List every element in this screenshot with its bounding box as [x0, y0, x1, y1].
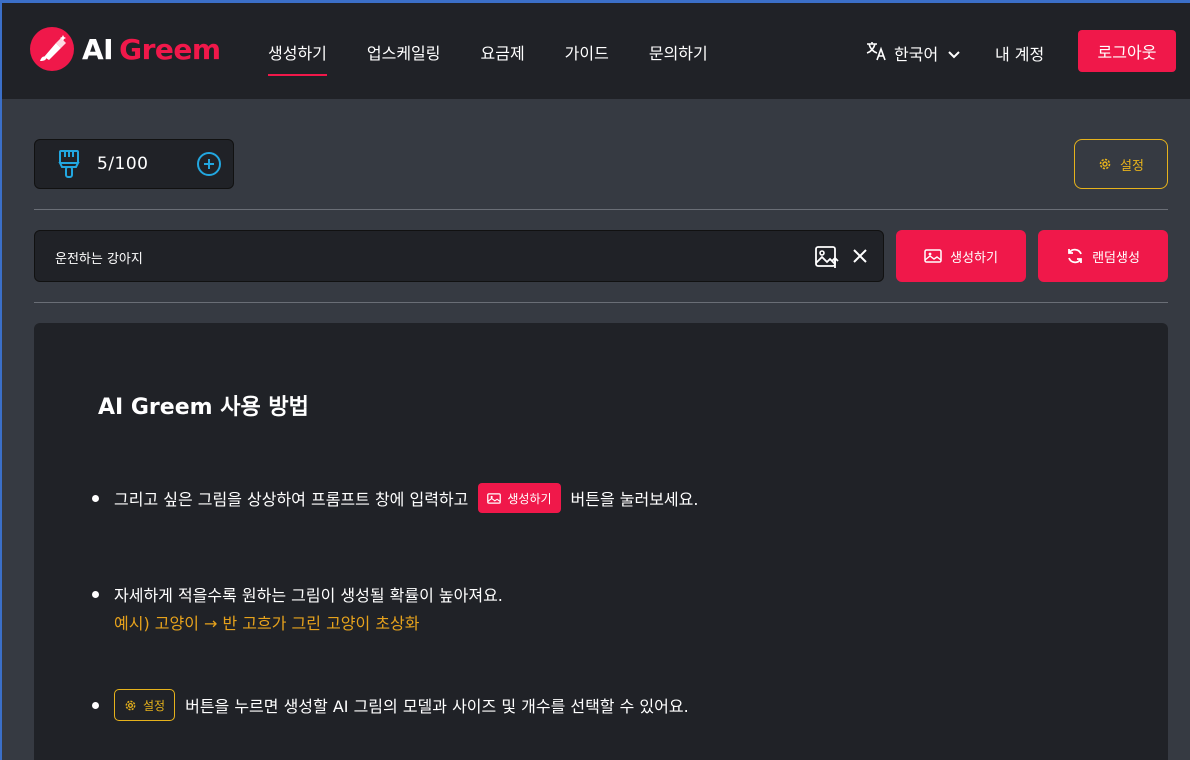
logout-button[interactable]: 로그아웃 — [1078, 30, 1176, 72]
generate-badge: 생성하기 — [478, 483, 561, 513]
settings-badge: 설정 — [114, 689, 176, 721]
divider — [34, 302, 1168, 303]
image-icon — [924, 249, 942, 263]
gear-icon — [125, 700, 136, 710]
logo[interactable]: AI Greem — [30, 27, 221, 71]
window-left-border — [0, 3, 2, 760]
language-selector[interactable]: 한국어 — [866, 41, 960, 65]
image-upload-icon[interactable] — [814, 245, 840, 273]
random-generate-label: 랜덤생성 — [1092, 250, 1140, 266]
nav-item-generate[interactable]: 생성하기 — [268, 40, 327, 76]
bullet — [92, 701, 99, 709]
guide-tip: 그리고 싶은 그림을 상상하여 프롬프트 창에 입력하고 생성하기 버튼을 눌러… — [92, 483, 698, 513]
logo-text: AI Greem — [82, 32, 221, 66]
guide-tip: 설정 버튼을 누르면 생성할 AI 그림의 모델과 사이즈 및 개수를 선택할 … — [92, 689, 689, 721]
nav-item-upscaling[interactable]: 업스케일링 — [367, 40, 441, 76]
translate-icon — [866, 41, 888, 65]
prompt-box — [34, 230, 884, 282]
usage-guide-panel: AI Greem 사용 방법 그리고 싶은 그림을 상상하여 프롬프트 창에 입… — [34, 323, 1168, 760]
top-header: AI Greem 생성하기 업스케일링 요금제 가이드 문의하기 한국어 내 계정… — [2, 3, 1190, 99]
main-nav: 생성하기 업스케일링 요금제 가이드 문의하기 — [268, 40, 748, 76]
credits-counter: 5/100 — [34, 139, 234, 189]
nav-item-contact[interactable]: 문의하기 — [649, 40, 708, 76]
guide-tip: 자세하게 적을수록 원하는 그림이 생성될 확률이 높아져요. — [92, 582, 503, 606]
bullet — [92, 494, 99, 502]
divider — [34, 209, 1168, 210]
bullet — [92, 590, 99, 598]
add-credits-icon[interactable] — [197, 152, 221, 176]
my-account-link[interactable]: 내 계정 — [995, 41, 1044, 65]
example-text: 예시) 고양이 → 반 고흐가 그린 고양이 초상화 — [114, 614, 420, 633]
settings-button[interactable]: 설정 — [1074, 139, 1168, 189]
nav-item-guide[interactable]: 가이드 — [565, 40, 609, 76]
settings-label: 설정 — [1120, 158, 1144, 174]
language-label: 한국어 — [894, 45, 939, 64]
close-icon[interactable] — [851, 247, 869, 269]
guide-title: AI Greem 사용 방법 — [98, 395, 309, 420]
generate-label: 생성하기 — [950, 250, 998, 266]
chevron-down-icon — [948, 44, 960, 63]
random-generate-button[interactable]: 랜덤생성 — [1038, 230, 1168, 282]
gear-icon — [1099, 158, 1111, 170]
refresh-icon — [1068, 248, 1082, 264]
paintbrush-logo-icon — [30, 27, 74, 71]
nav-item-pricing[interactable]: 요금제 — [481, 40, 525, 76]
credits-value: 5/100 — [97, 154, 149, 174]
prompt-input[interactable] — [55, 245, 775, 269]
generate-button[interactable]: 생성하기 — [896, 230, 1026, 282]
paintbrush-icon — [57, 149, 81, 179]
image-icon — [487, 492, 502, 504]
